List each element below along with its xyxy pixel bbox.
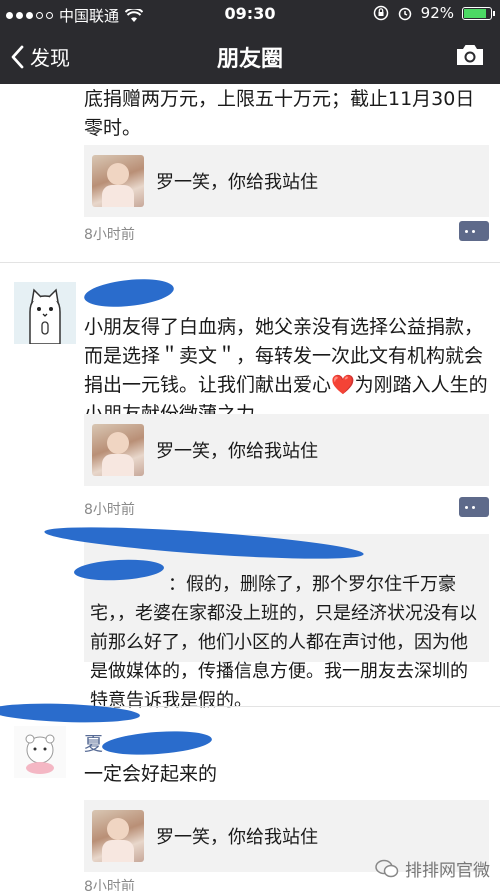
link-card[interactable]: 罗一笑，你给我站住	[84, 145, 489, 217]
avatar[interactable]	[14, 282, 76, 345]
author-name[interactable]: 夏	[84, 729, 103, 756]
redaction-mark	[82, 275, 176, 311]
article-thumbnail	[92, 810, 144, 862]
post-time: 8小时前	[84, 227, 135, 243]
wechat-icon	[375, 859, 399, 877]
link-title: 罗一笑，你给我站住	[156, 827, 318, 848]
status-right: 92%	[373, 4, 495, 22]
post-text: 一定会好起来的	[84, 763, 218, 785]
redaction-mark	[43, 520, 365, 566]
comments-panel: ：假的，删除了，那个罗尔住千万豪宅，，老婆在家都没上班的，只是经济状况没有以前那…	[43, 520, 489, 711]
watermark: 排排网官微	[375, 856, 490, 881]
orientation-lock-icon	[373, 5, 388, 21]
battery-icon	[462, 6, 495, 20]
camera-icon	[457, 45, 483, 65]
watermark-text: 排排网官微	[405, 861, 490, 881]
post-text: 底捐赠两万元，上限五十万元；截止11月30日零时。	[84, 88, 475, 139]
bear-avatar-icon	[25, 734, 55, 774]
camera-button[interactable]	[454, 42, 486, 72]
page-title: 朋友圈	[216, 47, 283, 72]
alarm-icon	[398, 7, 411, 21]
comment-button[interactable]	[459, 497, 489, 517]
article-thumbnail	[92, 155, 144, 207]
link-title: 罗一笑，你给我站住	[156, 172, 318, 193]
post-text: 小朋友得了白血病，她父亲没有选择公益捐款，而是选择＂卖文＂，每转发一次此文有机构…	[84, 316, 488, 425]
comment-item[interactable]: ：假的，删除了，那个罗尔住千万豪宅，，老婆在家都没上班的，只是经济状况没有以前那…	[90, 570, 484, 715]
redaction-mark	[101, 728, 213, 758]
cat-avatar-icon	[14, 282, 76, 345]
comment-button[interactable]	[459, 221, 489, 241]
divider	[0, 262, 500, 263]
post-time: 8小时前	[84, 879, 135, 891]
status-bar: 中国联通 09:30 92%	[0, 0, 500, 28]
post-time: 8小时前	[84, 502, 135, 518]
avatar[interactable]	[14, 726, 66, 778]
battery-percent: 92%	[420, 4, 454, 22]
comment-content: ：假的，删除了，那个罗尔住千万豪宅，，老婆在家都没上班的，只是经济状况没有以前那…	[90, 574, 477, 711]
nav-bar: 发现 朋友圈	[0, 28, 500, 84]
link-title: 罗一笑，你给我站住	[156, 441, 318, 462]
moments-feed[interactable]: 底捐赠两万元，上限五十万元；截止11月30日零时。 罗一笑，你给我站住 8小时前…	[0, 84, 500, 891]
article-thumbnail	[92, 424, 144, 476]
link-card[interactable]: 罗一笑，你给我站住	[84, 414, 489, 486]
